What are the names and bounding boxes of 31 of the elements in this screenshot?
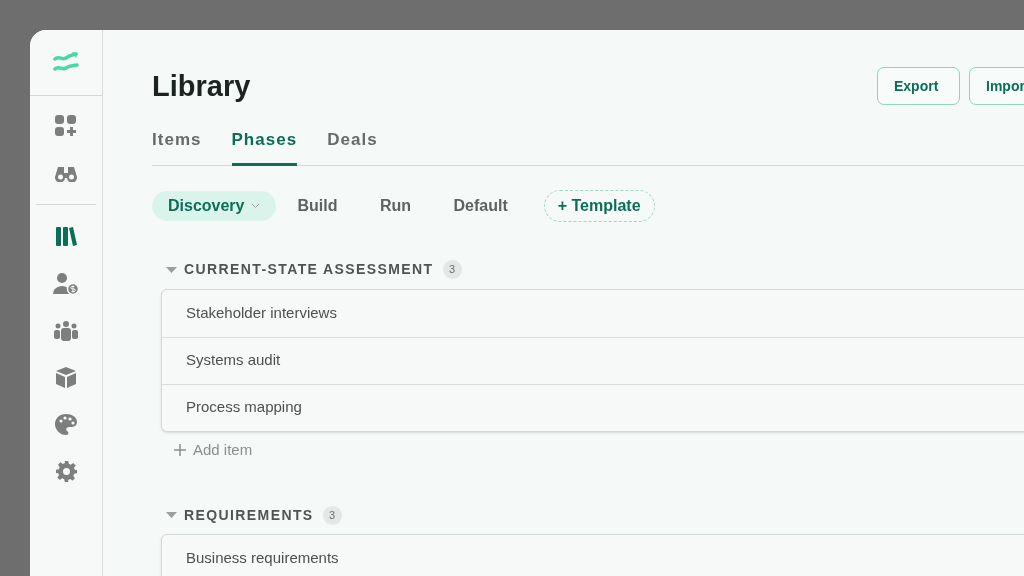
- item-label[interactable]: Process mapping: [186, 396, 302, 419]
- palette-icon[interactable]: [55, 414, 77, 435]
- logo-icon: [53, 51, 79, 74]
- user-dollar-icon[interactable]: [53, 272, 79, 295]
- toolbar-button[interactable]: Export: [877, 67, 960, 105]
- chevron-down-icon: [250, 202, 260, 209]
- item-label[interactable]: Systems audit: [186, 349, 281, 372]
- section-title: REQUIREMENTS: [184, 505, 314, 525]
- phase-pill[interactable]: Discovery: [152, 190, 276, 221]
- tab[interactable]: Items: [152, 127, 202, 166]
- count-badge: 3: [442, 260, 462, 279]
- add-item-button[interactable]: Add item: [174, 438, 253, 461]
- caret-down-icon[interactable]: [166, 511, 177, 519]
- tab[interactable]: Phases: [231, 127, 298, 166]
- apps-add-icon[interactable]: [55, 114, 77, 137]
- library-icon[interactable]: [55, 227, 77, 246]
- section-title: CURRENT-STATE ASSESSMENT: [184, 260, 434, 279]
- cube-icon[interactable]: [56, 367, 76, 388]
- toolbar-button[interactable]: Impor: [969, 67, 1024, 105]
- plus-icon: [174, 443, 186, 456]
- item-label[interactable]: Business requirements: [186, 547, 339, 570]
- count-badge: 3: [322, 505, 342, 525]
- phase-pill[interactable]: Run: [359, 190, 432, 221]
- item-label[interactable]: Stakeholder interviews: [186, 301, 337, 325]
- phase-pill[interactable]: Default: [437, 190, 524, 221]
- page-title: Library: [152, 71, 251, 101]
- settings-icon[interactable]: [55, 461, 77, 482]
- team-icon[interactable]: [54, 320, 78, 341]
- tab[interactable]: Deals: [327, 127, 378, 166]
- phase-pill[interactable]: Build: [281, 190, 354, 221]
- caret-down-icon[interactable]: [166, 265, 177, 274]
